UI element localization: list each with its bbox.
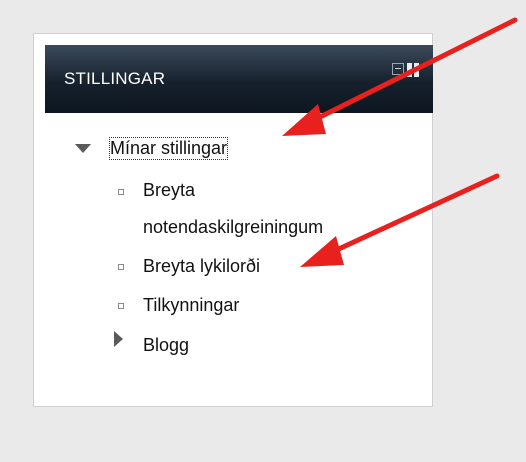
tree-node-blog[interactable]: Blogg (143, 335, 189, 356)
block-header: STILLINGAR (45, 45, 433, 113)
screenshot-stage: STILLINGAR Mínar stillingar Breyta noten… (0, 0, 526, 462)
header-controls (392, 63, 419, 77)
tree-item-change-password[interactable]: Breyta lykilorði (143, 256, 260, 277)
square-bullet-icon (118, 264, 124, 270)
tree-item-notifications[interactable]: Tilkynningar (143, 295, 239, 316)
dock-icon[interactable] (407, 63, 419, 77)
square-bullet-icon (118, 189, 124, 195)
tree-node-my-settings[interactable]: Mínar stillingar (108, 137, 229, 160)
tree-item-edit-profile[interactable]: Breyta (143, 180, 195, 201)
block-title: STILLINGAR (64, 69, 166, 88)
settings-block: STILLINGAR Mínar stillingar Breyta noten… (33, 33, 433, 407)
triangle-down-icon[interactable] (75, 144, 91, 153)
minimize-icon[interactable] (392, 63, 404, 75)
tree-item-edit-profile-line2[interactable]: notendaskilgreiningum (143, 217, 323, 238)
triangle-right-icon[interactable] (114, 331, 123, 347)
square-bullet-icon (118, 303, 124, 309)
